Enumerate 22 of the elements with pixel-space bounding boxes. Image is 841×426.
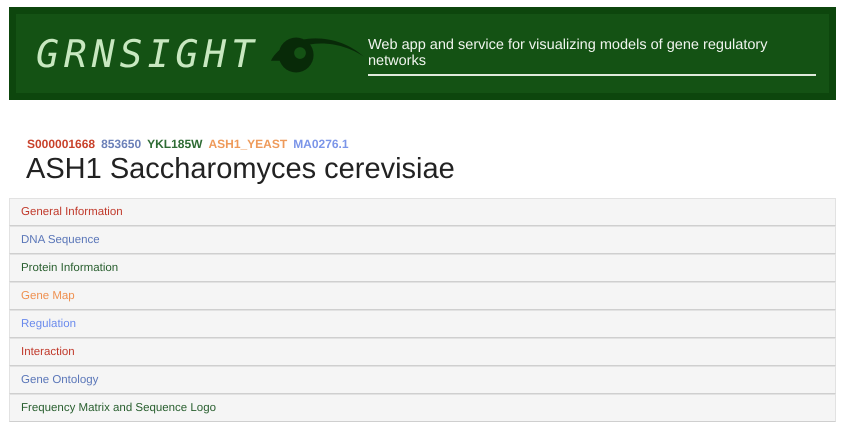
identifier-link[interactable]: S000001668	[27, 137, 96, 151]
section-panel[interactable]: Interaction	[9, 338, 836, 366]
section-panel[interactable]: DNA Sequence	[9, 226, 836, 254]
identifier-link[interactable]: YKL185W	[147, 137, 202, 151]
section-panel[interactable]: Frequency Matrix and Sequence Logo	[9, 394, 836, 422]
identifier-link[interactable]: MA0276.1	[293, 137, 349, 151]
section-panel[interactable]: Regulation	[9, 310, 836, 338]
section-title: Interaction	[21, 346, 75, 358]
section-title: Protein Information	[21, 262, 118, 274]
section-panel[interactable]: Protein Information	[9, 254, 836, 282]
section-title: DNA Sequence	[21, 234, 100, 246]
logo-text: GRNSIGHT	[36, 32, 260, 76]
section-title: General Information	[21, 206, 123, 218]
section-title: Gene Map	[21, 290, 75, 302]
section-panel[interactable]: Gene Ontology	[9, 366, 836, 394]
identifier-link[interactable]: 853650	[101, 137, 142, 151]
section-title: Frequency Matrix and Sequence Logo	[21, 402, 216, 414]
section-panel[interactable]: General Information	[9, 198, 836, 226]
section-title: Gene Ontology	[21, 374, 98, 386]
page-title: ASH1 Saccharomyces cerevisiae	[26, 153, 456, 186]
section-title: Regulation	[21, 318, 76, 330]
tagline-link[interactable]: Web app and service for visualizing models of gene regulatory networks	[368, 37, 816, 76]
